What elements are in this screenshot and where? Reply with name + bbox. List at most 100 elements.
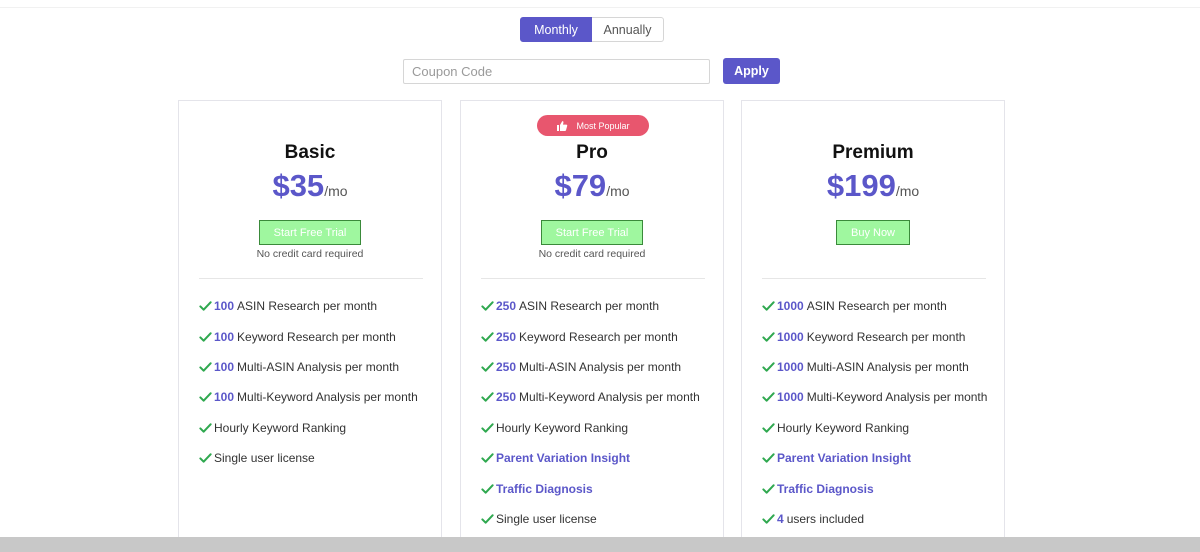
most-popular-badge: Most Popular <box>537 115 649 136</box>
feature-text: Keyword Research per month <box>237 329 396 344</box>
horizontal-scrollbar[interactable] <box>0 537 1200 552</box>
feature-item: 250 Multi-ASIN Analysis per month <box>481 352 700 382</box>
checkmark-icon <box>199 392 212 403</box>
feature-item: Single user license <box>199 443 418 473</box>
checkmark-icon <box>199 423 212 433</box>
feature-text: users included <box>786 511 865 526</box>
feature-highlight: Parent Variation Insight <box>496 451 631 466</box>
checkmark-icon <box>481 392 494 403</box>
checkmark-icon <box>762 362 775 372</box>
feature-item: Parent Variation Insight <box>762 443 987 473</box>
feature-quantity: 1000 <box>777 390 804 405</box>
feature-text: ASIN Research per month <box>519 299 660 314</box>
feature-text: Single user license <box>214 451 315 466</box>
feature-item: 250 Keyword Research per month <box>481 321 700 351</box>
feature-quantity: 250 <box>496 299 517 314</box>
plan-name: Pro <box>576 142 608 163</box>
checkmark-icon <box>762 392 775 403</box>
price: $79/mo <box>461 168 723 204</box>
feature-quantity: 1000 <box>777 329 804 344</box>
feature-text: Multi-ASIN Analysis per month <box>806 359 969 374</box>
feature-item: Hourly Keyword Ranking <box>762 413 987 443</box>
checkmark-icon <box>199 453 212 463</box>
checkmark-icon <box>481 483 494 494</box>
feature-quantity: 100 <box>214 390 235 405</box>
badge-label: Most Popular <box>576 120 630 131</box>
feature-highlight: Traffic Diagnosis <box>496 481 593 496</box>
annually-toggle-button[interactable]: Annually <box>592 17 664 42</box>
feature-item: 250 Multi-Keyword Analysis per month <box>481 382 700 412</box>
feature-item: 100 Keyword Research per month <box>199 321 418 351</box>
feature-text: Multi-Keyword Analysis per month <box>519 390 700 405</box>
feature-list: 1000 ASIN Research per month 1000 Keyword … <box>762 291 987 534</box>
checkmark-icon <box>481 331 494 342</box>
plan-card-basic: Basic $35/mo Start Free Trial No credit … <box>178 100 442 552</box>
start-free-trial-button[interactable]: Start Free Trial <box>541 220 643 245</box>
feature-item: Parent Variation Insight <box>481 443 700 473</box>
monthly-toggle-button[interactable]: Monthly <box>520 17 592 42</box>
feature-item: 100 ASIN Research per month <box>199 291 418 321</box>
price-amount: $35 <box>272 168 325 203</box>
start-free-trial-button[interactable]: Start Free Trial <box>259 220 361 245</box>
feature-text: Single user license <box>496 511 597 526</box>
feature-quantity: 1000 <box>777 359 804 374</box>
price-amount: $79 <box>554 168 607 203</box>
apply-coupon-button[interactable]: Apply <box>723 58 780 84</box>
price-amount: $199 <box>826 168 896 203</box>
feature-quantity: 100 <box>214 299 235 314</box>
plan-card-premium: Premium $199/mo Buy Now 1000 ASIN Researc… <box>741 100 1005 552</box>
feature-highlight: Parent Variation Insight <box>777 451 912 466</box>
feature-text: Hourly Keyword Ranking <box>777 420 910 435</box>
feature-item: 250 ASIN Research per month <box>481 291 700 321</box>
checkmark-icon <box>762 483 775 494</box>
checkmark-icon <box>762 514 775 524</box>
feature-quantity: 4 <box>777 511 784 526</box>
feature-highlight: Traffic Diagnosis <box>777 481 874 496</box>
price-period: /mo <box>324 183 348 199</box>
checkmark-icon <box>762 301 775 311</box>
feature-item: Traffic Diagnosis <box>762 473 987 503</box>
feature-text: Multi-Keyword Analysis per month <box>237 390 418 405</box>
feature-item: Single user license <box>481 504 700 534</box>
feature-text: Keyword Research per month <box>806 329 966 344</box>
top-bar <box>0 0 1200 8</box>
feature-quantity: 250 <box>496 390 517 405</box>
checkmark-icon <box>481 362 494 372</box>
feature-list: 100 ASIN Research per month 100 Keyword Re… <box>199 291 418 473</box>
no-credit-card-note: No credit card required <box>256 248 364 260</box>
divider <box>762 278 986 279</box>
feature-item: Traffic Diagnosis <box>481 473 700 503</box>
feature-quantity: 100 <box>214 359 235 374</box>
feature-item: 1000 Multi-Keyword Analysis per month <box>762 382 987 412</box>
checkmark-icon <box>762 331 775 342</box>
feature-text: Multi-ASIN Analysis per month <box>519 359 682 374</box>
feature-text: Hourly Keyword Ranking <box>214 420 347 435</box>
price: $35/mo <box>179 168 441 204</box>
divider <box>481 278 705 279</box>
feature-text: Multi-ASIN Analysis per month <box>237 359 400 374</box>
feature-item: 4 users included <box>762 504 987 534</box>
feature-quantity: 1000 <box>777 299 804 314</box>
feature-text: Multi-Keyword Analysis per month <box>806 390 988 405</box>
feature-item: Hourly Keyword Ranking <box>481 413 700 443</box>
plan-name: Basic <box>284 142 336 163</box>
checkmark-icon <box>481 423 494 433</box>
price-period: /mo <box>895 183 920 199</box>
feature-item: 1000 ASIN Research per month <box>762 291 987 321</box>
feature-quantity: 100 <box>214 329 235 344</box>
buy-now-button[interactable]: Buy Now <box>836 220 910 245</box>
checkmark-icon <box>481 514 494 524</box>
checkmark-icon <box>199 301 212 311</box>
divider <box>199 278 423 279</box>
checkmark-icon <box>481 453 494 463</box>
feature-item: 1000 Multi-ASIN Analysis per month <box>762 352 987 382</box>
feature-text: Keyword Research per month <box>519 329 678 344</box>
thumbs-up-icon <box>557 120 568 131</box>
feature-item: Hourly Keyword Ranking <box>199 413 418 443</box>
price: $199/mo <box>742 168 1004 204</box>
feature-item: 100 Multi-ASIN Analysis per month <box>199 352 418 382</box>
plan-card-pro: Most Popular Pro $79/mo Start Free Trial… <box>460 100 724 552</box>
coupon-code-input[interactable] <box>403 59 710 84</box>
no-credit-card-note: No credit card required <box>538 248 646 260</box>
checkmark-icon <box>199 331 212 342</box>
